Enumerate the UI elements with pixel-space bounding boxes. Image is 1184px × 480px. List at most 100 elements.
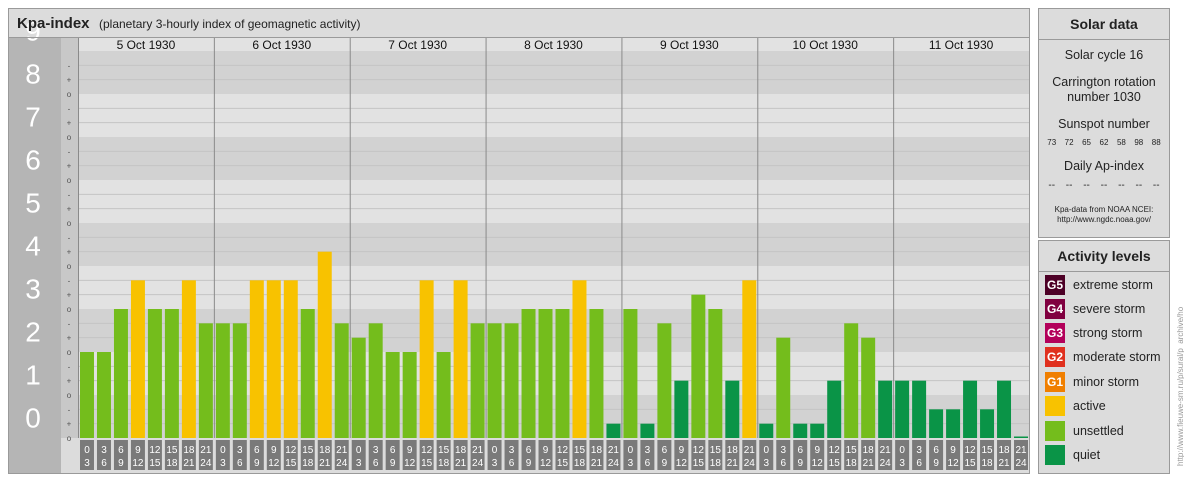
kp-bar [640, 423, 655, 438]
interval-start-label: 9 [814, 445, 820, 456]
day-label: 10 Oct 1930 [793, 38, 859, 52]
interval-start-label: 3 [916, 445, 922, 456]
interval-start-label: 12 [829, 445, 841, 456]
kp-bar [793, 423, 808, 438]
legend-label: active [1073, 399, 1106, 413]
interval-end-label: 18 [302, 458, 314, 469]
minor-tick-label: + [67, 76, 72, 85]
minor-tick-label: - [68, 276, 71, 285]
interval-end-label: 24 [336, 458, 348, 469]
kp-bar [708, 309, 723, 438]
interval-end-label: 12 [948, 458, 960, 469]
interval-start-label: 0 [899, 445, 905, 456]
interval-start-label: 18 [863, 445, 875, 456]
legend-label: unsettled [1073, 424, 1124, 438]
ap-value: -- [1065, 180, 1073, 191]
interval-start-label: 12 [421, 445, 433, 456]
interval-end-label: 6 [373, 458, 379, 469]
sunspot-value: 98 [1134, 138, 1144, 147]
data-source-url: http://www.ngdc.noaa.gov/ [1057, 215, 1151, 224]
interval-end-label: 3 [84, 458, 90, 469]
chart-header: Kpa-index (planetary 3-hourly index of g… [9, 9, 1029, 38]
interval-start-label: 0 [763, 445, 769, 456]
interval-end-label: 24 [744, 458, 756, 469]
interval-end-label: 6 [237, 458, 243, 469]
interval-end-label: 24 [1015, 458, 1027, 469]
interval-start-label: 21 [744, 445, 756, 456]
carrington-line-1: Carrington rotation [1052, 75, 1156, 89]
interval-start-label: 15 [166, 445, 178, 456]
kp-bar [742, 280, 757, 438]
interval-start-label: 18 [319, 445, 331, 456]
kp-bar [504, 323, 519, 438]
y-tick-label: 2 [25, 317, 41, 348]
ap-value: -- [1100, 180, 1108, 191]
kp-bar [1014, 436, 1028, 438]
data-source: Kpa-data from NOAA NCEI: http://www.ngdc… [1039, 205, 1169, 225]
minor-tick-label: - [68, 362, 71, 371]
minor-tick-label: + [67, 377, 72, 386]
interval-end-label: 21 [183, 458, 195, 469]
kp-bar [164, 309, 179, 438]
interval-start-label: 3 [780, 445, 786, 456]
interval-end-label: 9 [254, 458, 260, 469]
legend-label: quiet [1073, 448, 1101, 462]
interval-start-label: 6 [526, 445, 532, 456]
interval-start-label: 6 [933, 445, 939, 456]
kp-bar [198, 323, 213, 438]
kp-bar [657, 323, 672, 438]
day-label: 11 Oct 1930 [929, 38, 994, 52]
y-tick-label: 0 [25, 403, 41, 434]
minor-tick-label: o [67, 348, 72, 357]
kp-bar [283, 280, 298, 438]
interval-start-label: 12 [693, 445, 705, 456]
interval-end-label: 6 [916, 458, 922, 469]
interval-start-label: 6 [390, 445, 396, 456]
ap-value: -- [1118, 180, 1125, 191]
kp-bar [980, 409, 995, 438]
legend-label: moderate storm [1073, 350, 1161, 364]
kp-bar [946, 409, 961, 438]
interval-end-label: 18 [846, 458, 858, 469]
minor-tick-label: - [68, 61, 71, 70]
y-tick-label: 6 [25, 145, 41, 176]
interval-end-label: 12 [540, 458, 552, 469]
kp-bar [538, 309, 553, 438]
legend-label: strong storm [1073, 326, 1143, 340]
interval-end-label: 9 [662, 458, 668, 469]
minor-tick-label: o [67, 305, 72, 314]
kp-bar [385, 352, 400, 438]
minor-tick-label: - [68, 104, 71, 113]
interval-start-label: 18 [591, 445, 603, 456]
interval-start-label: 21 [1015, 445, 1027, 456]
interval-end-label: 15 [693, 458, 705, 469]
minor-tick-label: + [67, 420, 72, 429]
interval-start-label: 21 [880, 445, 892, 456]
kp-band [61, 51, 1029, 94]
sunspot-label: Sunspot number [1058, 117, 1150, 131]
legend-label: severe storm [1073, 302, 1146, 316]
interval-start-label: 12 [557, 445, 569, 456]
interval-end-label: 15 [557, 458, 569, 469]
interval-start-label: 6 [797, 445, 803, 456]
legend-swatch: G3 [1045, 323, 1065, 343]
interval-start-label: 15 [574, 445, 586, 456]
kp-bar [368, 323, 383, 438]
minor-tick-label: o [67, 219, 72, 228]
interval-end-label: 21 [591, 458, 603, 469]
interval-start-label: 3 [509, 445, 515, 456]
legend-label: minor storm [1073, 375, 1139, 389]
kp-bar [215, 323, 230, 438]
kp-bar [674, 380, 689, 438]
minor-tick-label: o [67, 176, 72, 185]
interval-start-label: 12 [149, 445, 161, 456]
kp-bar [776, 337, 791, 438]
kp-bar [555, 309, 570, 438]
legend-swatch [1045, 396, 1065, 416]
minor-tick-label: + [67, 119, 72, 128]
minor-tick-label: + [67, 205, 72, 214]
legend-item-unsettled: unsettled [1045, 421, 1124, 441]
sunspot-value: 58 [1116, 138, 1126, 147]
interval-end-label: 21 [455, 458, 467, 469]
interval-end-label: 18 [166, 458, 178, 469]
